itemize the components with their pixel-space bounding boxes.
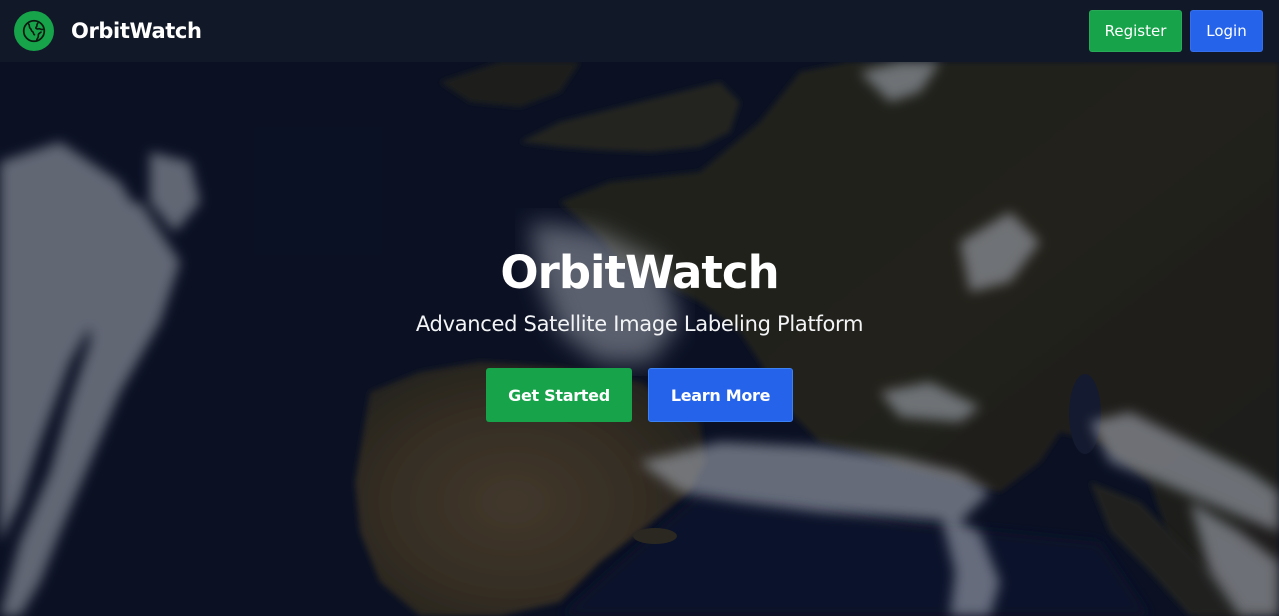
nav-actions: Register Login [1089,10,1263,52]
hero-section: OrbitWatch Advanced Satellite Image Labe… [0,62,1279,616]
login-button[interactable]: Login [1190,10,1263,52]
hero-title: OrbitWatch [500,246,779,299]
top-navbar: OrbitWatch Register Login [0,0,1279,62]
brand-name: OrbitWatch [71,19,202,43]
register-button[interactable]: Register [1089,10,1182,52]
learn-more-button[interactable]: Learn More [648,368,793,422]
get-started-button[interactable]: Get Started [486,368,632,422]
brand[interactable]: OrbitWatch [14,11,202,51]
globe-icon [14,11,54,51]
hero-content: OrbitWatch Advanced Satellite Image Labe… [0,246,1279,422]
hero-actions: Get Started Learn More [486,368,793,422]
hero-subtitle: Advanced Satellite Image Labeling Platfo… [415,312,864,336]
